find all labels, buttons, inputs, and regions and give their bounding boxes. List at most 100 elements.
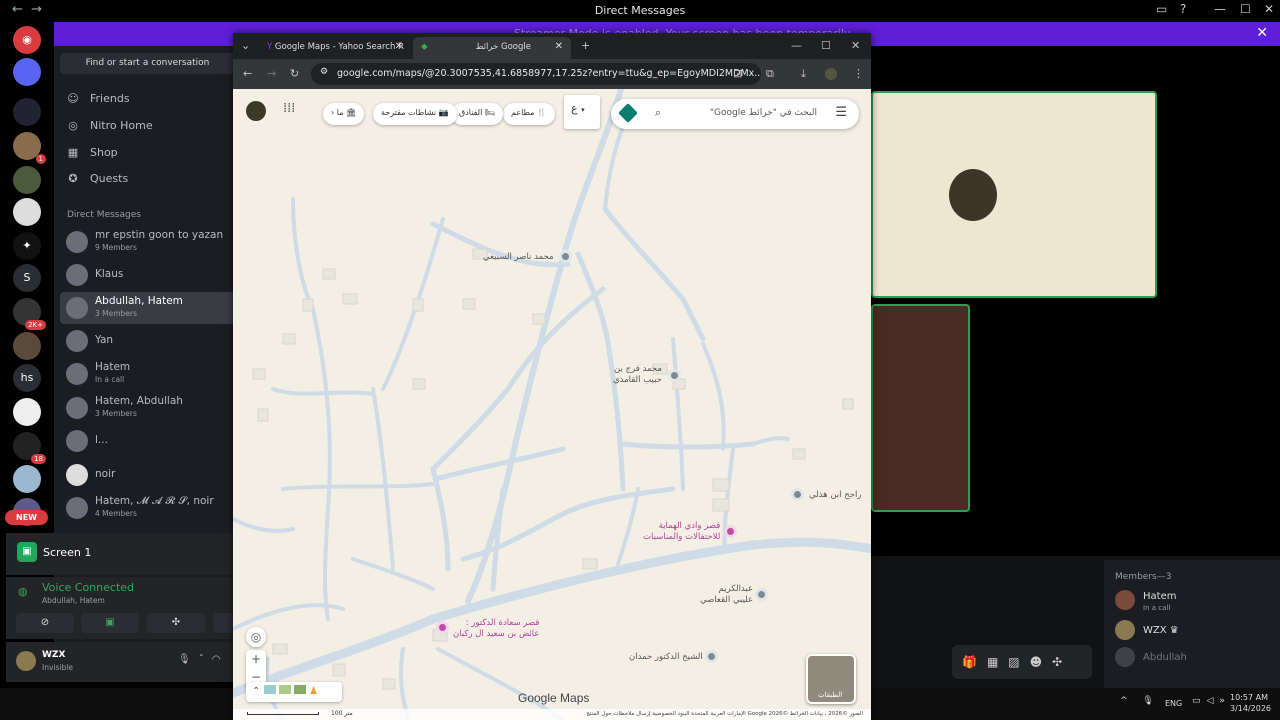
poi-label[interactable]: عبدالكريم عليبي القعاصي	[700, 584, 753, 606]
tab-google-maps[interactable]: ◆ خرائط Google ✕	[413, 37, 571, 59]
dm-item[interactable]: Hatem, 𝓜 𝓐 𝓡 𝓢, noir 4 Members	[60, 492, 234, 524]
satellite-thumb[interactable]	[263, 685, 276, 694]
zoom-in-button[interactable]: +	[246, 650, 266, 668]
discord-home-icon[interactable]: ◉	[13, 26, 41, 54]
reload-icon[interactable]: ↻	[290, 67, 299, 80]
voice-status[interactable]: Voice Connected	[42, 581, 134, 594]
terrain-thumb[interactable]	[278, 685, 291, 694]
help-icon[interactable]: ?	[1180, 2, 1186, 16]
mic-headset-icons[interactable]: 🎙ˇ◠	[178, 654, 228, 665]
my-location-button[interactable]: ◎	[246, 627, 266, 647]
maximize-icon[interactable]: ☐	[821, 39, 831, 52]
layers-button[interactable]: الطبقات	[806, 654, 856, 704]
tab-search-icon[interactable]: ⌄	[241, 39, 250, 52]
poi-pin[interactable]	[724, 525, 737, 538]
poi-label[interactable]: الشيخ الدكتور حمدان	[629, 652, 703, 663]
poi-label[interactable]: قصر وادي الهماية للاحتفالات والمناسبات	[643, 521, 720, 543]
poi-label[interactable]: قصر سعادة الدكتور : عائض بن سعيد ال ركبا…	[453, 618, 539, 640]
directions-icon[interactable]	[618, 103, 638, 123]
server-icon[interactable]: hs	[13, 364, 41, 392]
dm-item[interactable]: Hatem, Abdullah 3 Members	[60, 392, 234, 424]
server-icon[interactable]: 1	[13, 132, 46, 164]
server-icon[interactable]: S	[13, 264, 41, 292]
dm-item-selected[interactable]: Abdullah, Hatem 3 Members	[60, 292, 234, 324]
server-icon[interactable]	[13, 98, 41, 126]
poi-pin[interactable]	[436, 621, 449, 634]
nav-shop[interactable]: ▦ Shop	[66, 146, 118, 159]
site-info-icon[interactable]: ⚙	[320, 67, 328, 77]
language-indicator[interactable]: ENG	[1165, 699, 1182, 708]
new-badge[interactable]: NEW	[5, 510, 48, 525]
server-icon[interactable]: 18	[13, 432, 46, 464]
server-icon[interactable]	[13, 166, 41, 194]
chip-things-to-do[interactable]: 📷 نشاطات مقترحة	[373, 103, 457, 125]
activities-button[interactable]: ✣	[147, 613, 205, 633]
streetview-thumb[interactable]	[293, 685, 306, 694]
chip-restaurants[interactable]: 🍴 مطاعم	[503, 103, 555, 125]
poi-label[interactable]: راجح ابن هذلي	[809, 490, 861, 501]
video-tile[interactable]	[871, 304, 970, 512]
avatar[interactable]	[16, 651, 36, 671]
minimize-icon[interactable]: —	[1214, 2, 1226, 16]
server-icon[interactable]	[13, 332, 41, 360]
soundboard-button[interactable]	[213, 613, 234, 633]
menu-icon[interactable]: ⋮	[853, 67, 864, 80]
poi-pin[interactable]	[755, 588, 768, 601]
video-tile[interactable]	[871, 91, 1157, 298]
nav-nitro-home[interactable]: ◎ Nitro Home	[66, 119, 152, 132]
language-selector[interactable]: ع ▾	[564, 95, 600, 129]
extensions-icon[interactable]: ⧉	[766, 67, 774, 81]
maps-search-box[interactable]: ⌕ البحث في "خرائط Google" ☰	[611, 99, 859, 129]
dm-item[interactable]: Hatem In a call	[60, 358, 234, 390]
share-screen-button[interactable]: ▣	[81, 613, 139, 633]
server-icon[interactable]	[13, 465, 41, 493]
inbox-icon[interactable]: ▭	[1156, 2, 1167, 16]
clock[interactable]: 10:57 AM 3/14/2026	[1230, 692, 1271, 714]
chip-hotels[interactable]: 🛏 الفنادق	[451, 103, 504, 125]
search-input[interactable]: Find or start a conversation	[60, 53, 235, 74]
apps-grid-icon[interactable]: ⁞⁞⁞	[283, 101, 295, 116]
tab-yahoo[interactable]: Y Google Maps - Yahoo Search R ✕	[259, 37, 411, 59]
download-icon[interactable]: ⤓	[801, 67, 806, 81]
nav-quests[interactable]: ✪ Quests	[66, 172, 128, 185]
dm-item[interactable]: noir	[60, 459, 234, 491]
imagery-strip[interactable]: ⌃ ♟	[246, 682, 342, 702]
chip-museums[interactable]: 🏛 ما ‹	[323, 103, 365, 125]
pegman-icon[interactable]: ♟	[309, 686, 318, 697]
dm-item[interactable]: l...	[60, 425, 234, 457]
address-bar[interactable]: ⚙ google.com/maps/@20.3007535,41.6858977,…	[311, 63, 761, 85]
banner-close-icon[interactable]: ✕	[1256, 25, 1268, 41]
forward-icon[interactable]: →	[267, 67, 276, 80]
call-action-bar[interactable]: 🎁▦▨☻✣	[952, 645, 1092, 679]
voice-channel[interactable]: Abdullah, Hatem	[42, 596, 105, 605]
screen-share-panel[interactable]: ▣ Screen 1	[6, 533, 234, 575]
poi-pin[interactable]	[791, 488, 804, 501]
close-icon[interactable]: ✕	[1264, 2, 1274, 16]
back-icon[interactable]: ←	[243, 67, 252, 80]
search-icon[interactable]: ⌕	[655, 106, 661, 120]
tray-icons[interactable]: ^ 🎙	[1120, 696, 1160, 706]
google-account-avatar[interactable]	[246, 101, 266, 121]
map-footer[interactable]: الصور ©2026 ، بيانات الخرائط ©2026 Googl…	[233, 709, 871, 720]
nav-friends[interactable]: ☺ Friends	[66, 92, 129, 105]
poi-pin[interactable]	[705, 650, 718, 663]
system-icons[interactable]: ▭◁»	[1192, 696, 1231, 706]
dm-item[interactable]: Yan	[60, 325, 234, 357]
close-tab-icon[interactable]: ✕	[395, 41, 403, 52]
close-icon[interactable]: ✕	[851, 39, 860, 52]
server-icon[interactable]: 2K+	[13, 298, 46, 330]
map-canvas[interactable]: ⁞⁞⁞ ⌕ البحث في "خرائط Google" ☰ ع ▾ 🍴 مط…	[233, 89, 871, 720]
camera-off-button[interactable]: ⊘	[16, 613, 74, 633]
server-icon[interactable]	[13, 58, 41, 86]
poi-pin[interactable]	[668, 369, 681, 382]
poi-label[interactable]: محمد ناصر السبيعي	[483, 252, 554, 263]
new-tab-icon[interactable]: +	[581, 39, 590, 52]
server-icon[interactable]	[13, 198, 41, 226]
maximize-icon[interactable]: ☐	[1240, 2, 1251, 16]
close-tab-icon[interactable]: ✕	[555, 41, 563, 52]
install-icon[interactable]: ⊡	[733, 67, 742, 80]
poi-label[interactable]: محمد فرج بن حبيب القامدي	[613, 364, 662, 386]
profile-avatar[interactable]	[825, 68, 837, 80]
server-icon[interactable]: ✦	[13, 232, 41, 260]
minimize-icon[interactable]: —	[791, 39, 802, 52]
